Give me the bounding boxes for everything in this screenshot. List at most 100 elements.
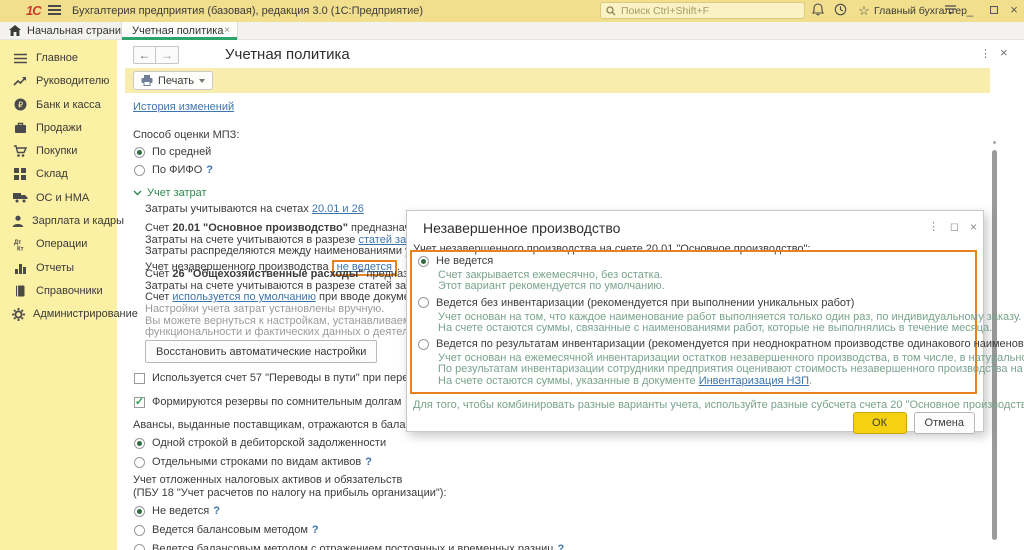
radio-advances-single-line[interactable]: Одной строкой в дебиторской задолженност…: [134, 437, 386, 449]
svg-text:₽: ₽: [17, 101, 22, 110]
sidebar-item-payroll-hr[interactable]: Зарплата и кадры: [12, 214, 117, 228]
radio-circle-icon: [134, 544, 145, 550]
dialog-close-icon[interactable]: ×: [970, 220, 977, 234]
checkbox-doubtful-reserves[interactable]: ✓ Формируются резервы по сомнительным до…: [134, 396, 412, 408]
radio-circle-icon: [418, 256, 429, 267]
1c-logo-icon: 1С: [26, 3, 41, 18]
radio-deferred-balance-method[interactable]: Ведется балансовым методом ?: [134, 524, 319, 536]
sidebar-item-warehouse[interactable]: Склад: [12, 167, 117, 181]
sidebar-item-main[interactable]: Главное: [12, 51, 117, 65]
truck-icon: [12, 191, 28, 205]
briefcase-icon: [12, 121, 28, 135]
title-bar: 1С Бухгалтерия предприятия (базовая), ре…: [0, 0, 1024, 22]
dialog-footer-note: Для того, чтобы комбинировать разные вар…: [413, 399, 1024, 411]
ruble-circle-icon: ₽: [12, 98, 28, 112]
global-search-input[interactable]: Поиск Ctrl+Shift+F: [600, 2, 805, 19]
cancel-button[interactable]: Отмена: [914, 412, 975, 434]
costs-accounts-line: Затраты учитываются на счетах 20.01 и 26: [145, 204, 364, 216]
bar-chart-icon: [12, 261, 28, 275]
sidebar-nav: Главное Руководителю ₽ Банк и касса Прод…: [0, 40, 117, 550]
radio-wip-by-inventory[interactable]: Ведется по результатам инвентаризации (р…: [418, 338, 969, 350]
dialog-title: Незавершенное производство: [423, 220, 620, 236]
accounts-link[interactable]: 20.01 и 26: [312, 203, 364, 215]
svg-text:Дт: Дт: [14, 240, 21, 246]
back-button[interactable]: ←: [133, 46, 156, 64]
minimize-button[interactable]: _: [962, 2, 978, 18]
close-window-button[interactable]: ×: [1006, 2, 1022, 18]
tab-accounting-policy[interactable]: Учетная политика ×: [121, 22, 238, 40]
gear-icon: [12, 307, 25, 321]
wip-inventory-doc-link[interactable]: Инвентаризация НЗП: [699, 375, 809, 387]
sidebar-item-sales[interactable]: Продажи: [12, 121, 117, 135]
main-menu-icon[interactable]: [48, 5, 61, 16]
printer-icon: [141, 75, 153, 86]
radio-advances-separate-lines[interactable]: Отдельными строками по видам активов ?: [134, 456, 372, 468]
advances-label: Авансы, выданные поставщикам, отражаются…: [133, 419, 426, 431]
form-more-icon[interactable]: ⋮: [980, 47, 991, 60]
radio-wip-without-inventory[interactable]: Ведется без инвентаризации (рекомендуетс…: [418, 297, 969, 309]
trend-chart-icon: [12, 74, 28, 88]
radio-average[interactable]: По средней: [134, 146, 211, 158]
cart-icon: [12, 144, 28, 158]
service-menu-icon[interactable]: [944, 3, 960, 19]
blocks-grid-icon: [12, 167, 28, 181]
sidebar-item-operations[interactable]: ДтКт Операции: [12, 237, 117, 251]
radio-deferred-not-kept[interactable]: Не ведется ?: [134, 505, 220, 517]
radio-fifo[interactable]: По ФИФО ?: [134, 164, 213, 176]
page-title: Учетная политика: [225, 46, 350, 63]
print-button[interactable]: Печать: [133, 71, 213, 90]
chevron-down-icon: [133, 190, 142, 196]
notifications-bell-icon[interactable]: [812, 3, 828, 19]
radio-circle-icon: [134, 457, 145, 468]
forward-button[interactable]: →: [156, 46, 179, 64]
debit-credit-icon: ДтКт: [12, 237, 28, 251]
radio-circle-icon: [418, 297, 429, 308]
sidebar-item-manager[interactable]: Руководителю: [12, 74, 117, 88]
svg-text:Кт: Кт: [17, 246, 24, 251]
radio-wip-not-kept[interactable]: Не ведется: [418, 255, 969, 267]
sidebar-item-bank-cash[interactable]: ₽ Банк и касса: [12, 98, 117, 112]
wip-dialog: Незавершенное производство ⋮ ◻ × Учет не…: [406, 210, 984, 432]
sidebar-item-fixed-assets[interactable]: ОС и НМА: [12, 191, 117, 205]
costs-section-header[interactable]: Учет затрат: [133, 187, 207, 199]
menu-lines-icon: [12, 51, 28, 65]
mpz-method-label: Способ оценки МПЗ:: [133, 129, 239, 141]
app-title: Бухгалтерия предприятия (базовая), редак…: [72, 5, 423, 17]
nav-history-buttons: ← →: [133, 46, 179, 64]
app-window: 1С Бухгалтерия предприятия (базовая), ре…: [0, 0, 1024, 550]
active-tab-underline: [122, 37, 237, 40]
sidebar-item-reports[interactable]: Отчеты: [12, 261, 117, 275]
sidebar-item-directories[interactable]: Справочники: [12, 284, 117, 298]
default-use-link[interactable]: используется по умолчанию: [172, 291, 316, 303]
tab-close-icon[interactable]: ×: [224, 25, 230, 36]
help-question-link[interactable]: ?: [365, 456, 372, 468]
form-toolbar: Печать: [125, 68, 990, 93]
favorites-star-icon[interactable]: ☆: [856, 3, 872, 19]
option-description: Учет основан на том, что каждое наименов…: [438, 312, 969, 335]
help-question-link[interactable]: ?: [213, 505, 220, 517]
checkbox-checked-icon: ✓: [134, 397, 145, 408]
dialog-more-icon[interactable]: ⋮: [928, 220, 939, 233]
restore-auto-settings-button[interactable]: Восстановить автоматические настройки: [145, 340, 377, 363]
home-icon[interactable]: [9, 25, 21, 36]
radio-circle-icon: [418, 339, 429, 350]
book-icon: [12, 284, 28, 298]
radio-deferred-balance-method-differences[interactable]: Ведется балансовым методом с отражением …: [134, 543, 564, 550]
history-changes-link[interactable]: История изменений: [133, 101, 234, 113]
tab-label: Учетная политика: [132, 25, 223, 37]
help-question-link[interactable]: ?: [312, 524, 319, 536]
history-clock-icon[interactable]: [834, 3, 850, 19]
dialog-maximize-icon[interactable]: ◻: [950, 220, 959, 233]
maximize-button[interactable]: [986, 2, 1002, 18]
help-question-link[interactable]: ?: [206, 164, 213, 176]
tab-home[interactable]: Начальная страница: [27, 25, 133, 37]
form-close-icon[interactable]: ×: [1000, 45, 1008, 60]
radio-circle-icon: [134, 165, 145, 176]
scrollbar-up-arrow[interactable]: [993, 141, 996, 144]
ok-button[interactable]: ОК: [853, 412, 907, 434]
sidebar-item-purchases[interactable]: Покупки: [12, 144, 117, 158]
radio-circle-icon: [134, 147, 145, 158]
search-icon: [606, 6, 616, 16]
sidebar-item-administration[interactable]: Администрирование: [12, 307, 117, 321]
help-question-link[interactable]: ?: [558, 543, 565, 550]
